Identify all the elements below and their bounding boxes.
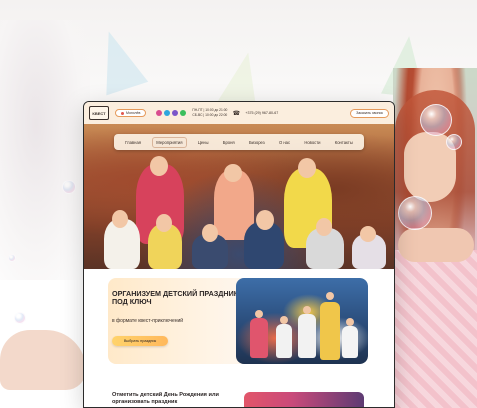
nav-item-home[interactable]: Главная [122, 138, 144, 147]
nav-item-prices[interactable]: Цены [195, 138, 212, 147]
soap-bubble [14, 312, 26, 324]
promo-title: Организуем детский праздник под ключ [112, 289, 239, 307]
nav-item-booking[interactable]: Броня [220, 138, 238, 147]
soap-bubble [8, 254, 16, 262]
website-mockup: КВЕСТ Могилёв ПН-ПТ | 10:00 до 21:00 СБ-… [83, 101, 395, 408]
promo-kid-head [303, 306, 311, 314]
hero-face [298, 158, 316, 178]
choose-party-button[interactable]: Выбрать праздник [112, 336, 168, 346]
phone-number[interactable]: +375 (29) 967-80-67 [245, 111, 278, 115]
hours-weekends: СБ-ВС | 10:00 до 22:00 [192, 112, 228, 117]
child-hand [0, 330, 86, 390]
promo-card: Организуем детский праздник под ключ в ф… [108, 278, 368, 364]
soap-bubble [420, 104, 452, 136]
site-header: КВЕСТ Могилёв ПН-ПТ | 10:00 до 21:00 СБ-… [84, 102, 394, 124]
viber-icon[interactable] [172, 110, 179, 116]
promo-subtitle: в формате квест-приключений [112, 318, 184, 324]
hours-weekdays: ПН-ПТ | 10:00 до 21:00 [192, 108, 228, 113]
instagram-icon[interactable] [156, 110, 163, 116]
request-call-button[interactable]: Заказать звонок [350, 108, 389, 118]
girl-hands [398, 228, 474, 262]
party-hat-decoration [87, 24, 149, 96]
promo-kid-head [280, 316, 288, 324]
promo-kid-head [255, 310, 263, 318]
nav-item-about[interactable]: О нас [276, 138, 293, 147]
hero-face [256, 210, 274, 230]
whatsapp-icon[interactable] [180, 110, 187, 116]
section-photo [244, 392, 364, 407]
hero-face [202, 224, 218, 242]
soap-bubble [446, 134, 462, 150]
promo-animator [320, 302, 340, 360]
city-label: Могилёв [126, 111, 141, 115]
map-pin-icon [121, 111, 124, 115]
phone-icon: ☎ [232, 110, 241, 117]
nav-item-extra[interactable]: Бизорез [246, 138, 268, 147]
promo-kid [276, 324, 292, 358]
hero-face [156, 214, 172, 232]
promo-photo [236, 278, 368, 364]
promo-kid [298, 314, 316, 358]
nav-item-contacts[interactable]: Контакты [332, 138, 356, 147]
social-links [156, 110, 187, 116]
hero-face [316, 218, 332, 236]
soap-bubble [398, 196, 432, 230]
working-hours: ПН-ПТ | 10:00 до 21:00 СБ-ВС | 10:00 до … [192, 108, 228, 117]
site-logo[interactable]: КВЕСТ [89, 106, 109, 120]
city-selector[interactable]: Могилёв [115, 109, 147, 117]
hero-face [112, 210, 128, 228]
hero-photo: Главная Мероприятия Цены Броня Бизорез О… [84, 124, 394, 269]
promo-kid-head [326, 292, 334, 300]
hero-face [360, 226, 376, 242]
nav-item-news[interactable]: Новости [301, 138, 323, 147]
soap-bubble [62, 180, 76, 194]
background-blur [0, 20, 90, 280]
hero-face [224, 164, 242, 182]
promo-kid [250, 318, 268, 358]
girl-dress [393, 250, 477, 408]
main-navigation: Главная Мероприятия Цены Броня Бизорез О… [114, 134, 364, 150]
telegram-icon[interactable] [164, 110, 171, 116]
promo-kid [342, 326, 358, 358]
hero-face [150, 156, 168, 176]
nav-item-events[interactable]: Мероприятия [152, 136, 187, 148]
promo-kid-head [346, 318, 354, 326]
section-intro-text: Отметить детский День Рождения или орган… [112, 392, 219, 405]
promo-section: Организуем детский праздник под ключ в ф… [84, 278, 394, 370]
